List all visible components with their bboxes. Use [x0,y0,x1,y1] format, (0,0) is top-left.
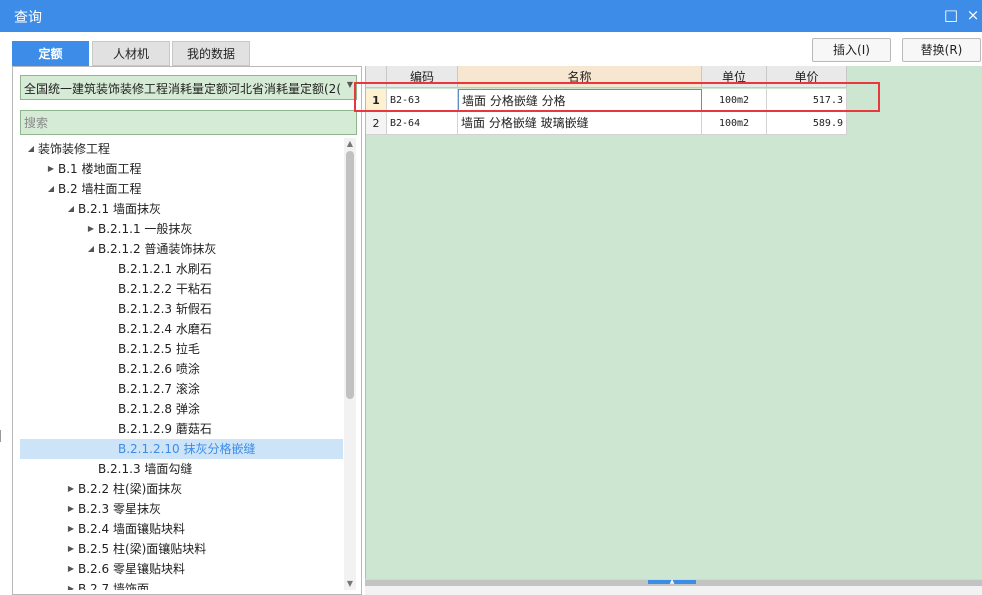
tab-my-data[interactable]: 我的数据 [172,41,250,66]
scroll-up-icon[interactable]: ▲ [344,138,356,150]
window-edge [0,430,4,442]
tree-node[interactable]: ▶ B.2.6 零星镶贴块料 [20,559,343,579]
tree-node-label: B.2.1.2.2 干粘石 [118,282,212,296]
tree-node[interactable]: B.2.1.2.1 水刷石 [20,259,343,279]
quota-book-select[interactable]: 全国统一建筑装饰装修工程消耗量定额河北省消耗量定额(2( ▼ [20,75,357,100]
tree-node-label: B.1 楼地面工程 [58,162,142,176]
expand-icon[interactable]: ▶ [46,159,56,179]
window-title: 查询 [14,10,42,26]
collapse-icon[interactable]: ◢ [86,239,96,259]
scroll-down-icon[interactable]: ▼ [344,578,356,590]
grid-horizontal-scrollbar[interactable]: ▲ [365,579,982,595]
tree-node-label: B.2.1.2.3 斩假石 [118,302,212,316]
tree-node[interactable]: B.2.1.2.5 拉毛 [20,339,343,359]
tree-node-label: B.2.1.2.7 滚涂 [118,382,200,396]
tree-node[interactable]: ◢ 装饰装修工程 [20,139,343,159]
tree-node[interactable]: B.2.1.3 墙面勾缝 [20,459,343,479]
tree-node-label: B.2.2 柱(梁)面抹灰 [78,482,183,496]
tree-node[interactable]: B.2.1.2.6 喷涂 [20,359,343,379]
tree-node-label: B.2.1 墙面抹灰 [78,202,161,216]
chapter-tree: ◢ 装饰装修工程 ▶ B.1 楼地面工程 ◢ B.2 墙柱面工程 ◢ B.2.1 墙面抹灰 ▶ B… [20,138,345,590]
tree-node[interactable]: B.2.1.2.9 蘑菇石 [20,419,343,439]
tree-node[interactable]: ▶ B.2.1.1 一般抹灰 [20,219,343,239]
quota-book-value: 全国统一建筑装饰装修工程消耗量定额河北省消耗量定额(2( [24,82,342,96]
tree-node-label: B.2.5 柱(梁)面镶贴块料 [78,542,207,556]
tree-node[interactable]: ▶ B.2.4 墙面镶贴块料 [20,519,343,539]
insert-button[interactable]: 插入(I) [812,38,891,62]
tree-node[interactable]: ▶ B.2.2 柱(梁)面抹灰 [20,479,343,499]
tree-node[interactable]: B.2.1.2.3 斩假石 [20,299,343,319]
expand-icon[interactable]: ▶ [66,499,76,519]
tree-node-label: B.2.4 墙面镶贴块料 [78,522,185,536]
row-number[interactable]: 2 [366,112,387,135]
collapse-icon[interactable]: ◢ [66,199,76,219]
expand-icon[interactable]: ▶ [66,479,76,499]
tree-node-label: B.2.6 零星镶贴块料 [78,562,185,576]
tree-node[interactable]: ◢ B.2.1 墙面抹灰 [20,199,343,219]
tree-node-label: B.2.1.2.1 水刷石 [118,262,212,276]
tree-node[interactable]: ▶ B.1 楼地面工程 [20,159,343,179]
cell-price[interactable]: 589.9 [767,112,847,135]
replace-button[interactable]: 替换(R) [902,38,981,62]
tree-node-label: B.2 墙柱面工程 [58,182,142,196]
tree-node-label: B.2.1.2.10 抹灰分格嵌缝 [118,442,256,456]
tree-node-label: B.2.1.2.6 喷涂 [118,362,200,376]
expand-icon[interactable]: ▶ [66,579,76,590]
results-panel: 编码 名称 单位 单价 1 B2-63 墙面 分格嵌缝 分格 100m2 517… [365,66,982,579]
collapse-icon[interactable]: ◢ [26,139,36,159]
expand-icon[interactable]: ▶ [66,559,76,579]
search-input[interactable] [20,110,357,135]
dropdown-arrow-icon[interactable]: ▼ [347,80,353,89]
restore-icon[interactable]: □ [942,5,960,25]
tab-labor-material-machine[interactable]: 人材机 [92,41,170,66]
tree-node-label: B.2.3 零星抹灰 [78,502,161,516]
tree-node[interactable]: ▶ B.2.7 墙饰面 [20,579,343,590]
tree-node-label: B.2.1.3 墙面勾缝 [98,462,193,476]
tree-node-label: B.2.1.2.9 蘑菇石 [118,422,212,436]
tree-node-label: B.2.1.2 普通装饰抹灰 [98,242,217,256]
tab-quota[interactable]: 定额 [12,41,89,66]
left-panel: 全国统一建筑装饰装修工程消耗量定额河北省消耗量定额(2( ▼ ◢装饰装修工程▶B… [12,66,362,595]
tree-node[interactable]: B.2.1.2.7 滚涂 [20,379,343,399]
highlight-box [354,82,880,112]
tree-node[interactable]: B.2.1.2.4 水磨石 [20,319,343,339]
tree-node[interactable]: ◢ B.2 墙柱面工程 [20,179,343,199]
tree-node-label: 装饰装修工程 [38,142,111,156]
tree-node-label: B.2.7 墙饰面 [78,582,149,590]
tree-vertical-scrollbar[interactable]: ▲ ▼ [344,138,356,590]
title-bar: 查询 □ × [0,0,982,32]
tree-node[interactable]: B.2.1.2.2 干粘石 [20,279,343,299]
expand-icon[interactable]: ▶ [86,219,96,239]
tree-node-label: B.2.1.2.8 弹涂 [118,402,200,416]
expand-icon[interactable]: ▶ [66,539,76,559]
tree-node-label: B.2.1.1 一般抹灰 [98,222,193,236]
cell-unit[interactable]: 100m2 [702,112,767,135]
cell-code[interactable]: B2-64 [387,112,458,135]
tree-node[interactable]: B.2.1.2.8 弹涂 [20,399,343,419]
tree-node-label: B.2.1.2.5 拉毛 [118,342,200,356]
tree-node[interactable]: ▶ B.2.5 柱(梁)面镶贴块料 [20,539,343,559]
close-icon[interactable]: × [964,5,982,25]
cell-name[interactable]: 墙面 分格嵌缝 玻璃嵌缝 [458,112,702,135]
tree-node[interactable]: ▶ B.2.3 零星抹灰 [20,499,343,519]
tree-node[interactable]: B.2.1.2.10 抹灰分格嵌缝 [20,439,343,459]
expand-icon[interactable]: ▶ [66,519,76,539]
grip-icon[interactable]: ▲ [648,579,696,585]
scrollbar-thumb[interactable] [346,151,354,399]
collapse-icon[interactable]: ◢ [46,179,56,199]
tree-node[interactable]: ◢ B.2.1.2 普通装饰抹灰 [20,239,343,259]
tree-node-label: B.2.1.2.4 水磨石 [118,322,212,336]
